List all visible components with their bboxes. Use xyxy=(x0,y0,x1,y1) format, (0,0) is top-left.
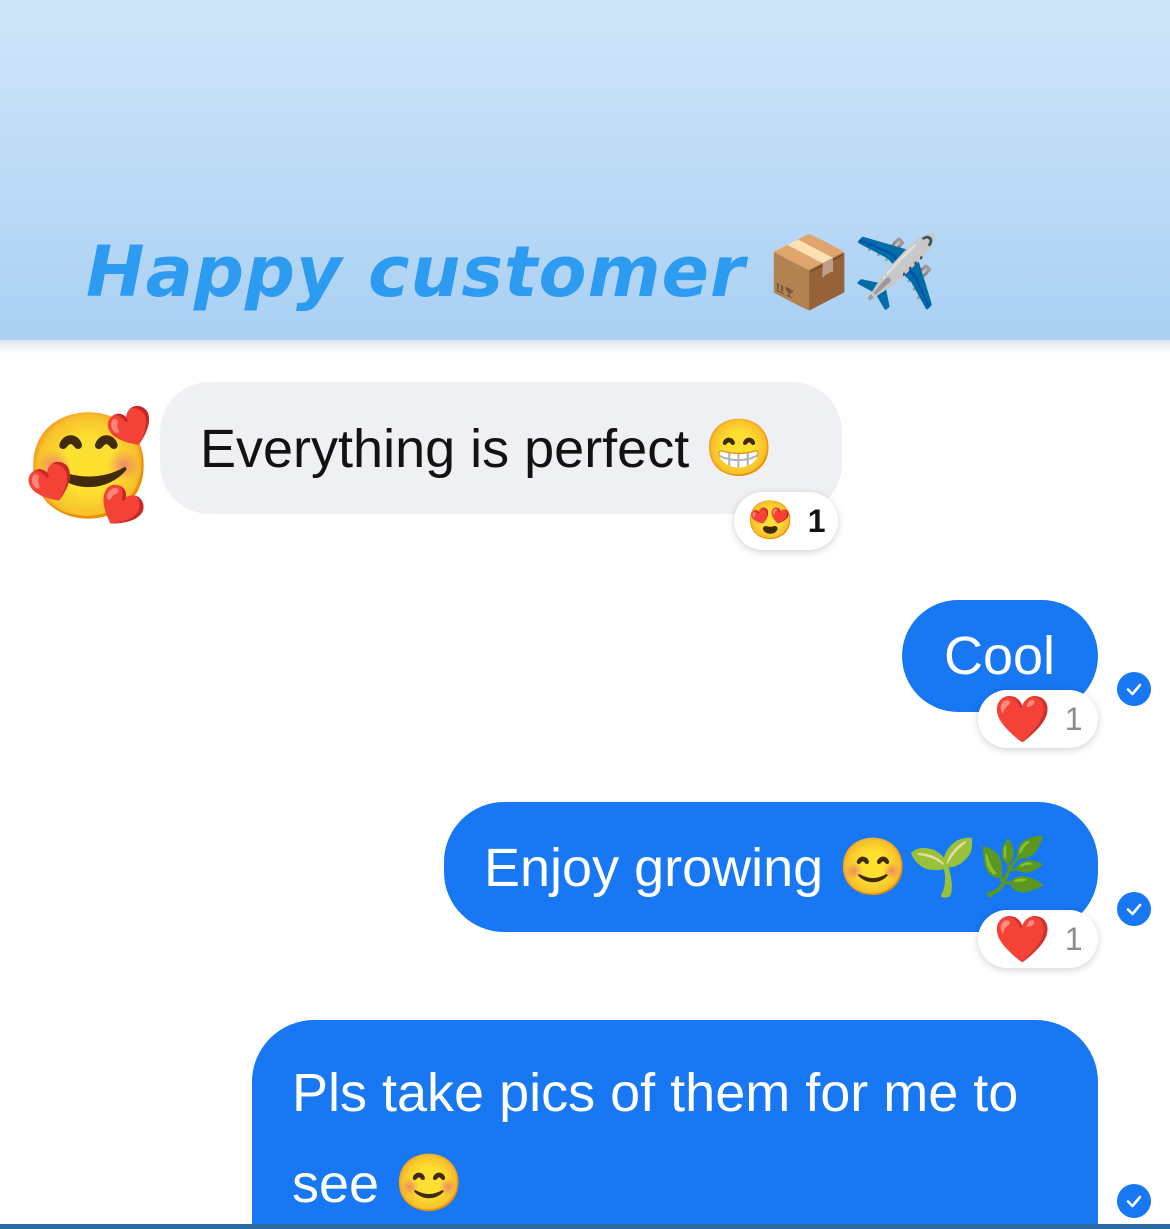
heart-eyes-icon: 😍 xyxy=(746,500,794,542)
sent-check-icon xyxy=(1117,892,1151,926)
grinning-face-icon: 😁 xyxy=(704,416,774,479)
message-reaction[interactable]: ❤️ 1 xyxy=(978,690,1098,748)
reaction-count: 1 xyxy=(807,502,826,539)
message-reaction[interactable]: ❤️ 1 xyxy=(978,910,1098,968)
sent-check-icon xyxy=(1117,672,1151,706)
message-text: Everything is perfect xyxy=(200,419,690,479)
message-bubble-outgoing[interactable]: Pls take pics of them for me to see 😊 xyxy=(252,1020,1098,1229)
page-title: Happy customer 📦✈️ xyxy=(86,222,940,322)
message-reaction[interactable]: 😍 1 xyxy=(734,492,838,550)
bottom-divider xyxy=(0,1224,1170,1229)
page-title-text: Happy customer xyxy=(86,231,746,313)
sent-check-icon xyxy=(1117,1184,1151,1218)
reaction-count: 1 xyxy=(1064,920,1083,957)
smiling-face-icon: 😊 xyxy=(394,1151,464,1214)
message-bubble-incoming[interactable]: Everything is perfect 😁 xyxy=(160,382,842,514)
sender-avatar[interactable]: 🥰 xyxy=(24,402,154,532)
message-text: Enjoy growing xyxy=(484,838,824,898)
reaction-count: 1 xyxy=(1064,700,1083,737)
smile-seedling-herb-icon: 😊🌱🌿 xyxy=(838,835,1048,898)
message-text: Cool xyxy=(944,626,1056,686)
package-airplane-icon: 📦✈️ xyxy=(765,233,940,311)
header-divider xyxy=(0,340,1170,354)
red-heart-icon: ❤️ xyxy=(993,913,1051,965)
red-heart-icon: ❤️ xyxy=(993,693,1051,745)
